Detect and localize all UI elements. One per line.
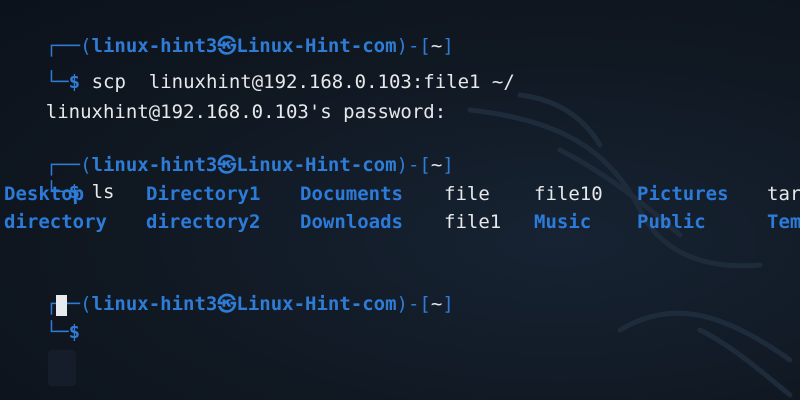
ls-entry: directory2 [146,211,261,233]
prompt-host: Linux-Hint-com [236,293,397,315]
prompt-close-bracket: ] [442,293,454,315]
ls-entry: file1 [444,211,502,233]
command-text: ls [91,181,115,203]
text-cursor [56,295,67,316]
prompt-line-2: ┌──(linux-hint3㉿Linux-Hint-com)-[~] [0,123,454,176]
prompt-cwd: ~ [430,293,443,315]
ls-entry: Directory1 [146,183,261,205]
prompt-open-bracket: )-[ [396,154,431,176]
ls-entry: file10 [534,183,603,205]
prompt-dollar: $ [68,321,81,343]
prompt-at-symbol: ㉿ [217,293,237,315]
prompt-corner-bottom: └─ [45,321,69,343]
output-line-password: linuxhint@192.168.0.103's password: [0,70,446,123]
prompt-line-3: ┌──(linux-hint3㉿Linux-Hint-com)-[~] [0,262,454,315]
command-line-3[interactable]: └─$ [0,290,92,343]
ls-entry: directory [4,211,107,233]
ls-entry: Desktop [4,183,85,205]
command-line-2: └─$ ls [0,150,115,203]
ls-entry: Music [534,211,592,233]
prompt-at-symbol: ㉿ [217,154,237,176]
command-line-1: └─$ scp linuxhint@192.168.0.103:file1 ~/ [0,40,515,93]
ls-entry: Pictures [637,183,729,205]
ls-entry: file [444,183,490,205]
terminal-window[interactable]: ┌──(linux-hint3㉿Linux-Hint-com)-[~] └─$ … [0,0,800,400]
prompt-host: Linux-Hint-com [236,154,397,176]
prompt-line-1: ┌──(linux-hint3㉿Linux-Hint-com)-[~] [0,4,454,57]
prompt-close-bracket: ] [442,154,454,176]
ls-entry: Tem [767,211,800,233]
prompt-cwd: ~ [430,154,443,176]
prompt-open-bracket: )-[ [396,293,431,315]
ls-entry: tar [767,183,800,205]
ls-entry: Public [637,211,706,233]
password-prompt-text: linuxhint@192.168.0.103's password: [45,101,447,123]
prompt-user: linux-hint3 [91,293,218,315]
ls-entry: Downloads [300,211,403,233]
ls-entry: Documents [300,183,403,205]
